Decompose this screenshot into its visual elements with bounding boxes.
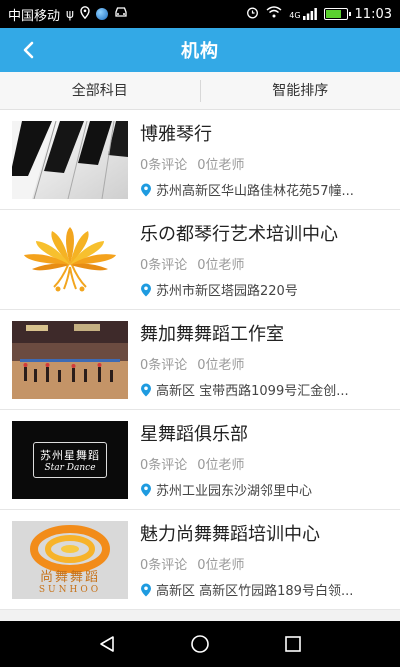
usb-icon: ψ — [66, 7, 74, 21]
dance-studio-photo — [12, 320, 128, 399]
sort-filter-button[interactable]: 智能排序 — [201, 72, 400, 110]
teacher-count: 0位老师 — [197, 458, 245, 473]
wifi-icon — [266, 6, 282, 22]
carrier-label: 中国移动 — [8, 8, 61, 24]
status-bar: 中国移动 ψ 4G 11:03 — [0, 0, 400, 28]
signal-icon: 4G — [289, 8, 317, 20]
institution-name: 乐の都琴行艺术培训中心 — [140, 224, 338, 245]
network-type: 4G — [289, 11, 301, 20]
review-count: 0条评论 — [140, 558, 188, 573]
location-status-icon — [80, 5, 90, 23]
list-item[interactable]: 尚舞舞蹈 SUNHOO 魅力尚舞舞蹈培训中心 0条评论 0位老师 高新区 高新区… — [0, 510, 400, 610]
nav-home-button[interactable] — [180, 624, 220, 664]
review-count: 0条评论 — [140, 258, 188, 273]
institution-name: 星舞蹈俱乐部 — [140, 424, 248, 445]
list-item[interactable]: 博雅琴行 0条评论 0位老师 苏州高新区华山路佳林花苑57幢... — [0, 110, 400, 210]
institution-address: 高新区 高新区竹园路189号白领... — [156, 584, 354, 599]
phone-screen: 中国移动 ψ 4G 11:03 机构 全部科目 智能排序 博雅琴行 0条评论 0… — [0, 0, 400, 667]
list-item[interactable]: 乐の都琴行艺术培训中心 0条评论 0位老师 苏州市新区塔园路220号 — [0, 210, 400, 310]
logo-subtext: Star Dance — [44, 462, 96, 473]
institution-address: 高新区 宝带西路1099号汇金创... — [156, 384, 349, 399]
piano-keys-thumbnail — [12, 120, 128, 199]
page-title: 机构 — [181, 41, 219, 62]
teacher-count: 0位老师 — [197, 258, 245, 273]
review-count: 0条评论 — [140, 458, 188, 473]
institution-name: 舞加舞舞蹈工作室 — [140, 324, 284, 345]
logo-subtext: SUNHOO — [38, 584, 102, 595]
institution-list: 博雅琴行 0条评论 0位老师 苏州高新区华山路佳林花苑57幢... 乐の都琴行艺… — [0, 110, 400, 610]
app-bar: 机构 — [0, 28, 400, 72]
review-count: 0条评论 — [140, 358, 188, 373]
logo-text: 苏州星舞蹈 — [40, 448, 100, 462]
logo-text: 尚舞舞蹈 — [39, 569, 100, 585]
location-pin-icon — [141, 183, 151, 196]
back-button[interactable] — [10, 28, 46, 72]
teacher-count: 0位老师 — [197, 158, 245, 173]
back-arrow-icon — [23, 41, 34, 59]
square-recents-icon — [285, 636, 302, 652]
list-item[interactable]: 苏州星舞蹈 Star Dance 星舞蹈俱乐部 0条评论 0位老师 苏州工业园东… — [0, 410, 400, 510]
triangle-back-icon — [99, 636, 114, 652]
institution-name: 魅力尚舞舞蹈培训中心 — [140, 524, 320, 545]
teacher-count: 0位老师 — [197, 558, 245, 573]
sunhoo-logo-thumbnail: 尚舞舞蹈 SUNHOO — [12, 520, 128, 599]
list-item[interactable]: 舞加舞舞蹈工作室 0条评论 0位老师 高新区 宝带西路1099号汇金创... — [0, 310, 400, 410]
institution-name: 博雅琴行 — [140, 124, 212, 145]
star-dance-logo-thumbnail: 苏州星舞蹈 Star Dance — [12, 420, 128, 499]
subject-filter-button[interactable]: 全部科目 — [0, 72, 200, 110]
institution-address: 苏州市新区塔园路220号 — [156, 284, 298, 299]
car-icon — [114, 6, 128, 22]
institution-address: 苏州高新区华山路佳林花苑57幢... — [156, 184, 354, 199]
location-pin-icon — [141, 383, 151, 396]
battery-icon — [323, 8, 351, 20]
location-pin-icon — [141, 583, 151, 596]
system-nav-bar — [0, 621, 400, 667]
institution-address: 苏州工业园东沙湖邻里中心 — [156, 484, 313, 499]
globe-icon — [95, 8, 108, 20]
review-count: 0条评论 — [140, 158, 188, 173]
nav-recents-button[interactable] — [273, 624, 313, 664]
location-pin-icon — [141, 483, 151, 496]
lotus-logo-thumbnail — [12, 220, 128, 299]
location-pin-icon — [141, 283, 151, 296]
filter-bar: 全部科目 智能排序 — [0, 72, 400, 110]
teacher-count: 0位老师 — [197, 358, 245, 373]
circle-home-icon — [191, 635, 209, 653]
nav-back-button[interactable] — [87, 624, 127, 664]
alarm-icon — [246, 6, 259, 23]
clock: 11:03 — [354, 6, 392, 22]
